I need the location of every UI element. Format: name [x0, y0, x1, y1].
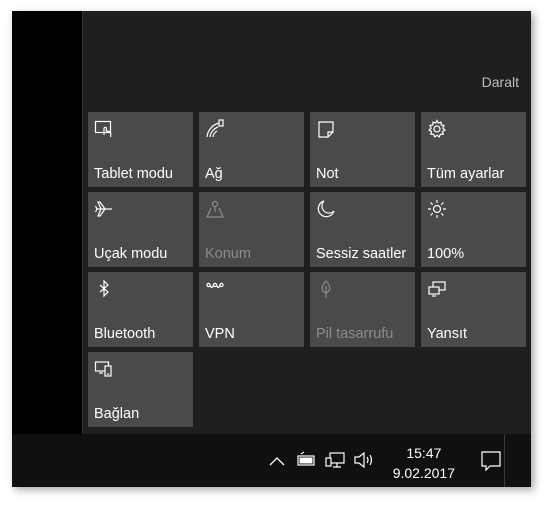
chevron-up-icon[interactable] — [267, 434, 287, 487]
project-icon — [427, 279, 447, 299]
tile-project[interactable]: Yansıt — [421, 272, 526, 347]
tile-label: Tüm ayarlar — [427, 166, 505, 182]
tile-location[interactable]: Konum — [199, 192, 304, 267]
location-icon — [205, 199, 225, 219]
tile-label: Konum — [205, 246, 251, 262]
volume-icon[interactable] — [352, 434, 376, 487]
clock[interactable]: 15:47 9.02.2017 — [393, 443, 455, 483]
tile-label: Tablet modu — [94, 166, 173, 182]
tile-label: Yansıt — [427, 326, 468, 342]
network-icon[interactable] — [324, 434, 346, 487]
clock-time: 15:47 — [406, 445, 442, 461]
taskbar: 15:47 9.02.2017 — [12, 434, 531, 487]
tile-bluetooth[interactable]: Bluetooth — [88, 272, 193, 347]
tile-brightness[interactable]: 100% — [421, 192, 526, 267]
action-center-panel: Daralt Tablet modu Ağ Not Tüm ayarlar Uç… — [83, 11, 531, 434]
tile-label: Sessiz saatler — [316, 246, 407, 262]
tile-quiet-hours[interactable]: Sessiz saatler — [310, 192, 415, 267]
brightness-icon — [427, 199, 447, 219]
tile-tablet-mode[interactable]: Tablet modu — [88, 112, 193, 187]
tablet-mode-icon — [94, 119, 114, 139]
tile-label: Bluetooth — [94, 326, 156, 342]
action-center-window: Daralt Tablet modu Ağ Not Tüm ayarlar Uç… — [12, 11, 531, 487]
tile-label: 100% — [427, 246, 465, 262]
tile-vpn[interactable]: VPN — [199, 272, 304, 347]
tile-note[interactable]: Not — [310, 112, 415, 187]
battery-icon[interactable] — [295, 434, 317, 487]
tile-label: Pil tasarrufu — [316, 326, 394, 342]
tile-label: Bağlan — [94, 406, 140, 422]
tile-battery-saver[interactable]: Pil tasarrufu — [310, 272, 415, 347]
tile-label: Uçak modu — [94, 246, 168, 262]
collapse-link[interactable]: Daralt — [482, 74, 519, 90]
battery-saver-icon — [316, 279, 336, 299]
tile-label: Not — [316, 166, 339, 182]
note-icon — [316, 119, 336, 139]
tile-label: VPN — [205, 326, 235, 342]
gear-icon — [427, 119, 447, 139]
clock-date: 9.02.2017 — [392, 465, 455, 481]
tile-label: Ağ — [205, 166, 223, 182]
tile-airplane-mode[interactable]: Uçak modu — [88, 192, 193, 267]
desktop-background — [12, 11, 82, 434]
tile-all-settings[interactable]: Tüm ayarlar — [421, 112, 526, 187]
tile-connect[interactable]: Bağlan — [88, 352, 193, 427]
vpn-icon — [205, 279, 225, 299]
moon-icon — [316, 199, 336, 219]
network-icon — [205, 119, 225, 139]
airplane-icon — [94, 199, 114, 219]
bluetooth-icon — [94, 279, 114, 299]
show-desktop-button[interactable] — [504, 434, 531, 487]
connect-icon — [94, 359, 114, 379]
notification-icon[interactable] — [478, 434, 504, 487]
tile-network[interactable]: Ağ — [199, 112, 304, 187]
